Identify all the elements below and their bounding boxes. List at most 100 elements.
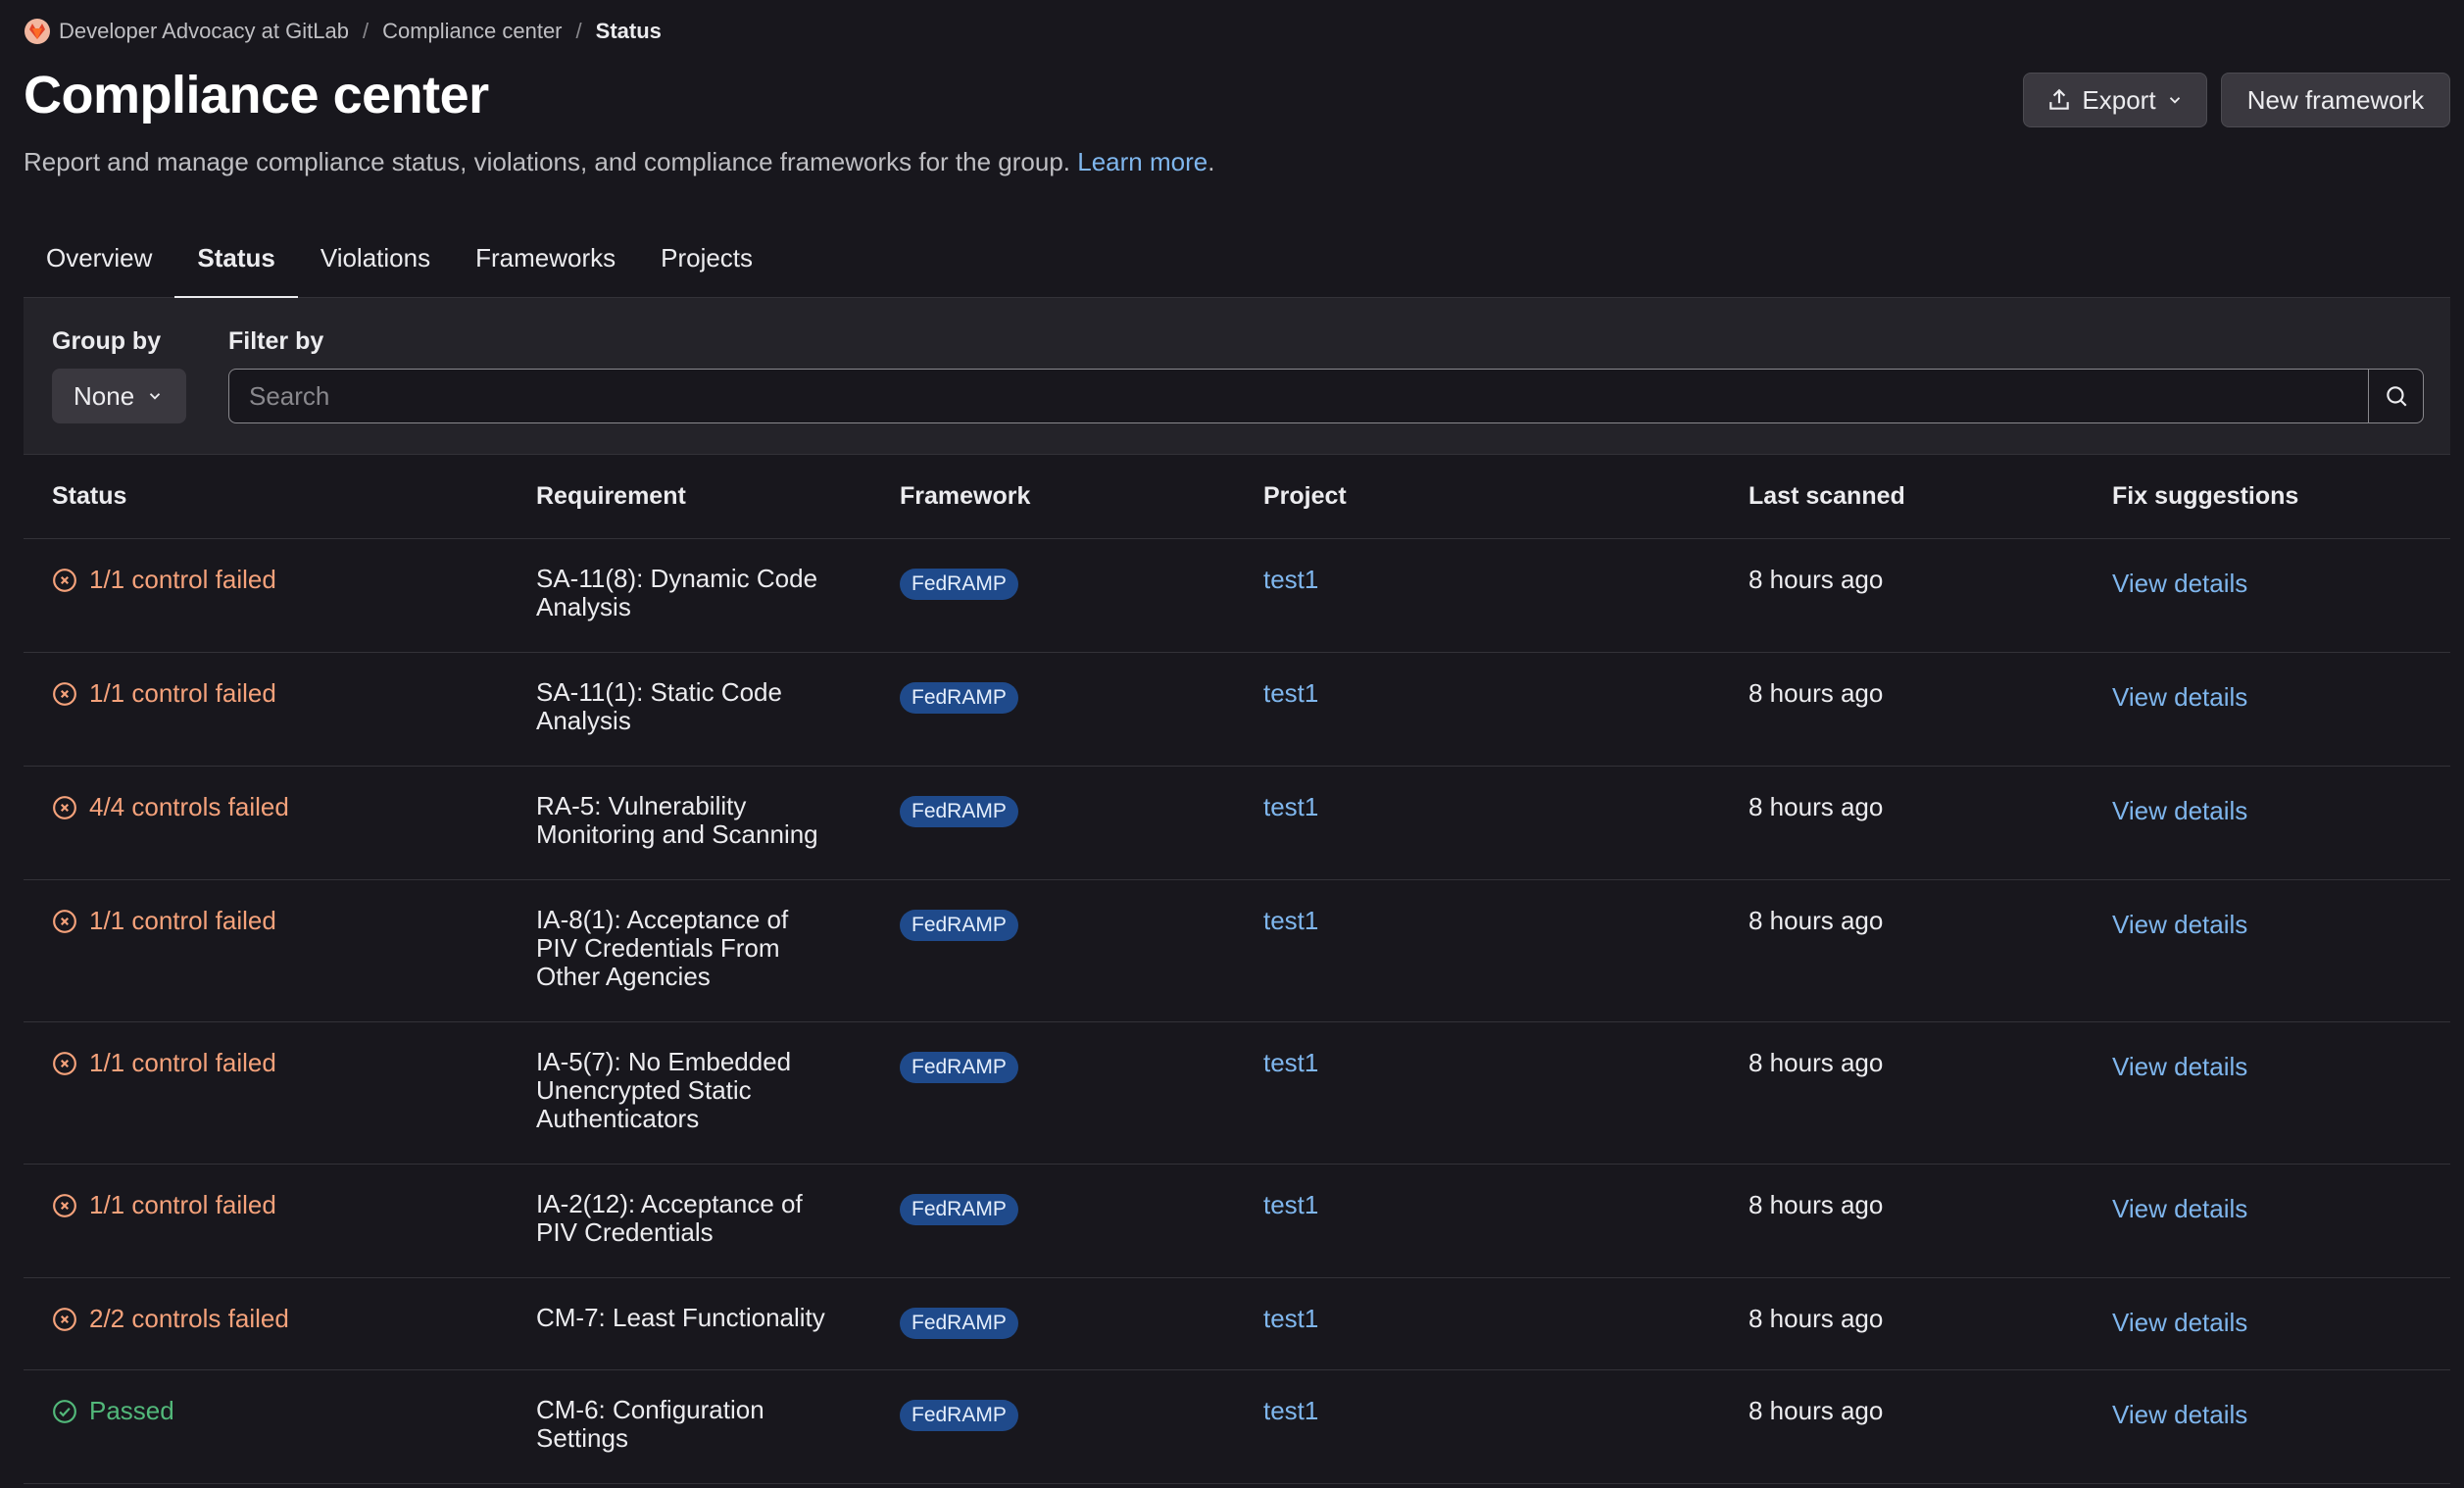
status-text: Passed [89,1396,174,1425]
status-text: 1/1 control failed [89,678,276,708]
framework-badge[interactable]: FedRAMP [900,796,1018,827]
requirement-line: Authenticators [536,1104,700,1133]
requirement-line: Analysis [536,706,631,735]
table-row: 1/1 control failed IA-5(7): No Embedded Un… [24,1022,2450,1165]
last-scanned: 8 hours ago [1749,565,1884,594]
filter-panel: Group by Filter by None [24,298,2450,455]
tab-status[interactable]: Status [174,231,299,299]
breadcrumb: Developer Advocacy at GitLab / Complianc… [24,18,662,45]
requirement-cell: CM-7: Least Functionality [536,1278,900,1369]
view-details-link[interactable]: View details [2112,1052,2247,1082]
requirement-line: PIV Credentials From [536,933,780,963]
new-framework-label: New framework [2246,84,2425,115]
search-box [228,369,2424,423]
new-framework-button[interactable]: New framework [2221,73,2450,127]
status-cell: 1/1 control failed [24,1165,536,1277]
framework-badge[interactable]: FedRAMP [900,682,1018,714]
column-header: Framework [900,482,1031,510]
breadcrumb-separator: / [575,19,582,43]
framework-cell: FedRAMP [900,880,1263,1021]
status: 1/1 control failed [52,906,536,936]
status: 1/1 control failed [52,1048,536,1078]
project-link[interactable]: test1 [1263,1304,1318,1333]
requirement-line: CM-6: Configuration [536,1395,764,1424]
project-cell: test1 [1263,767,1749,879]
breadcrumb-separator: / [362,19,370,43]
fix-suggestions-cell: View details [2112,1278,2450,1369]
view-details-link[interactable]: View details [2112,1308,2247,1338]
view-details-link[interactable]: View details [2112,1194,2247,1224]
status: 1/1 control failed [52,1190,536,1220]
requirement-cell: SA-11(1): Static Code Analysis [536,653,900,766]
project-link[interactable]: test1 [1263,1396,1318,1425]
project-link[interactable]: test1 [1263,792,1318,821]
table-row: 1/1 control failed SA-11(8): Dynamic Code… [24,539,2450,653]
group-by-dropdown[interactable]: None [52,369,186,423]
project-link[interactable]: test1 [1263,565,1318,594]
project-link[interactable]: test1 [1263,1048,1318,1077]
last-scanned: 8 hours ago [1749,792,1884,821]
learn-more-link[interactable]: Learn more [1077,147,1207,176]
requirement-cell: CM-6: Configuration Settings [536,1370,900,1483]
requirement-line: PIV Credentials [536,1217,714,1247]
fix-suggestions-cell: View details [2112,767,2450,879]
status-table: Status Requirement Framework Project Last sc… [24,455,2450,1484]
view-details-link[interactable]: View details [2112,1400,2247,1430]
view-details-link[interactable]: View details [2112,910,2247,940]
project-link[interactable]: test1 [1263,1190,1318,1219]
framework-badge[interactable]: FedRAMP [900,1308,1018,1339]
view-details-link[interactable]: View details [2112,796,2247,826]
search-input[interactable] [229,370,2368,422]
failed-status-icon [53,1051,76,1075]
requirement-line: Unencrypted Static [536,1075,752,1105]
tab-overview[interactable]: Overview [24,231,174,298]
table-row: 1/1 control failed IA-2(12): Acceptance o… [24,1165,2450,1278]
status-cell: 1/1 control failed [24,1022,536,1164]
page-title: Compliance center [24,66,489,124]
status-cell: 1/1 control failed [24,880,536,1021]
framework-badge[interactable]: FedRAMP [900,569,1018,600]
breadcrumb-section-link[interactable]: Compliance center [382,19,562,44]
tab-violations[interactable]: Violations [298,231,453,298]
status-cell: 1/1 control failed [24,653,536,766]
framework-badge[interactable]: FedRAMP [900,910,1018,941]
framework-cell: FedRAMP [900,1370,1263,1483]
last-scanned: 8 hours ago [1749,1304,1884,1333]
requirement-line: SA-11(8): Dynamic Code [536,564,818,593]
breadcrumb-group-link[interactable]: Developer Advocacy at GitLab [59,19,349,44]
project-link[interactable]: test1 [1263,678,1318,708]
framework-badge[interactable]: FedRAMP [900,1194,1018,1225]
failed-status-icon [53,568,76,592]
tab-frameworks[interactable]: Frameworks [453,231,638,298]
framework-badge[interactable]: FedRAMP [900,1052,1018,1083]
search-button[interactable] [2368,370,2423,422]
status-cell: 1/1 control failed [24,539,536,652]
failed-status-icon [53,909,76,933]
export-button[interactable]: Export [2023,73,2207,127]
last-scanned-cell: 8 hours ago [1749,767,2112,879]
requirement-line: IA-2(12): Acceptance of [536,1189,803,1218]
requirement-line: Settings [536,1423,628,1453]
status-text: 1/1 control failed [89,1048,276,1077]
tab-projects[interactable]: Projects [638,231,775,298]
status: 4/4 controls failed [52,792,536,822]
column-header: Project [1263,482,1347,510]
project-link[interactable]: test1 [1263,906,1318,935]
status-cell: 4/4 controls failed [24,767,536,879]
view-details-link[interactable]: View details [2112,569,2247,599]
project-cell: test1 [1263,1370,1749,1483]
status: 1/1 control failed [52,565,536,595]
view-details-link[interactable]: View details [2112,682,2247,713]
chevron-down-icon [2169,97,2180,104]
requirement-line: RA-5: Vulnerability [536,791,747,820]
fix-suggestions-cell: View details [2112,1022,2450,1164]
fix-suggestions-cell: View details [2112,539,2450,652]
framework-badge[interactable]: FedRAMP [900,1400,1018,1431]
column-header: Fix suggestions [2112,482,2299,510]
last-scanned-cell: 8 hours ago [1749,539,2112,652]
last-scanned: 8 hours ago [1749,1396,1884,1425]
export-icon [2049,88,2070,110]
status-text: 4/4 controls failed [89,792,289,821]
breadcrumb-current: Status [595,19,662,43]
table-row: 1/1 control failed SA-11(1): Static Code A… [24,653,2450,767]
